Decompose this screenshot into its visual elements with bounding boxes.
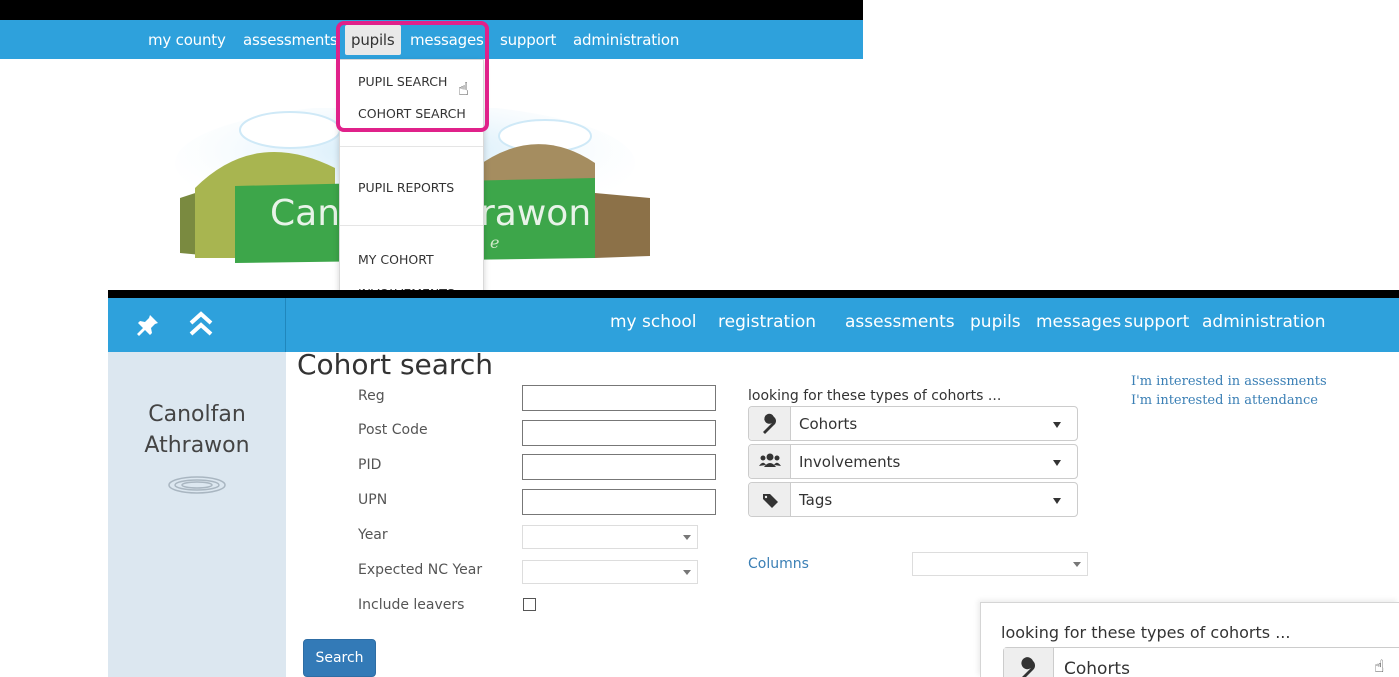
expected-nc-year-label: Expected NC Year [358, 562, 483, 578]
pupils-dropdown-menu: PUPIL SEARCH ☝ COHORT SEARCH PUPIL REPOR… [339, 59, 484, 295]
include-leavers-label: Include leavers [358, 597, 465, 613]
nav-my-county[interactable]: my county [148, 31, 226, 49]
nav-registration[interactable]: registration [718, 312, 816, 332]
hand-cursor-icon: ☝ [458, 79, 469, 100]
include-leavers-checkbox[interactable] [523, 598, 536, 611]
pid-label: PID [358, 457, 382, 473]
postcode-input[interactable] [522, 420, 716, 446]
caret-down-icon [1053, 422, 1061, 428]
nav-pupils[interactable]: pupils [970, 312, 1021, 332]
pid-input[interactable] [522, 454, 716, 480]
zoom-cohorts-label: Cohorts [1064, 659, 1130, 677]
nav-assessments[interactable]: assessments [243, 31, 338, 49]
year-label: Year [358, 527, 388, 543]
columns-select[interactable] [912, 552, 1088, 576]
sidebar-brand-line1: Canolfan [148, 402, 246, 427]
menu-item-my-cohort[interactable]: MY COHORT [358, 252, 434, 267]
caret-down-icon [683, 570, 691, 575]
county-nav-bar: my county assessments pupils messages su… [0, 20, 863, 59]
caret-down-icon [1053, 460, 1061, 466]
top-black-strip [108, 290, 1399, 298]
menu-item-pupil-search[interactable]: PUPIL SEARCH [358, 74, 447, 89]
page-title: Cohort search [297, 348, 493, 381]
nav-messages[interactable]: messages [1036, 312, 1121, 332]
involvements-select[interactable]: Involvements [748, 444, 1078, 479]
nav-my-school[interactable]: my school [610, 312, 697, 332]
nav-support[interactable]: support [1124, 312, 1189, 332]
sidebar-header [108, 298, 286, 352]
columns-label: Columns [748, 556, 809, 572]
year-select[interactable] [522, 525, 698, 549]
menu-divider [340, 146, 483, 147]
cohorts-select-label: Cohorts [799, 415, 858, 433]
menu-item-cohort-search[interactable]: COHORT SEARCH [358, 106, 466, 121]
sidebar [108, 352, 286, 677]
top-black-bar [0, 0, 863, 20]
zoom-cohort-types-heading: looking for these types of cohorts ... [1001, 623, 1291, 642]
postcode-label: Post Code [358, 422, 428, 438]
attendance-interest-link[interactable]: I'm interested in attendance [1131, 393, 1318, 408]
menu-divider [340, 225, 483, 226]
zoomed-cohorts-inset: looking for these types of cohorts ... C… [980, 602, 1399, 677]
cohort-types-heading: looking for these types of cohorts ... [748, 388, 1002, 404]
sidebar-brand-line2: Athrawon [144, 433, 250, 458]
hand-cursor-icon: ☝ [1374, 657, 1385, 677]
cohorts-select[interactable]: Cohorts [748, 406, 1078, 441]
pin-icon[interactable] [136, 313, 160, 337]
ripple-logo-icon [168, 476, 226, 494]
nav-administration[interactable]: administration [573, 31, 679, 49]
zoom-cohorts-select[interactable]: Cohorts [1003, 647, 1399, 677]
upn-label: UPN [358, 492, 388, 508]
nav-messages[interactable]: messages [410, 31, 484, 49]
tag-icon [749, 483, 791, 516]
banner-text-right: rawon [480, 193, 591, 234]
nav-administration[interactable]: administration [1202, 312, 1325, 332]
caret-down-icon [1053, 498, 1061, 504]
reg-label: Reg [358, 388, 385, 404]
caret-down-icon [683, 535, 691, 540]
school-nav-bar: my school registration assessments pupil… [286, 298, 1399, 352]
involvements-select-label: Involvements [799, 453, 901, 471]
nav-pupils[interactable]: pupils [345, 25, 401, 55]
tags-select-label: Tags [799, 491, 833, 509]
reg-input[interactable] [522, 385, 716, 411]
county-portal-screenshot: my county assessments pupils messages su… [0, 0, 863, 295]
upn-input[interactable] [522, 489, 716, 515]
wrench-icon [1004, 648, 1054, 677]
assessments-interest-link[interactable]: I'm interested in assessments [1131, 374, 1327, 389]
banner-tagline: e [490, 233, 499, 252]
wrench-icon [749, 407, 791, 440]
menu-item-pupil-reports[interactable]: PUPIL REPORTS [358, 180, 454, 195]
caret-down-icon [1073, 562, 1081, 567]
group-icon [749, 445, 791, 478]
expected-nc-year-select[interactable] [522, 560, 698, 584]
home-chevrons-icon[interactable] [186, 310, 216, 340]
tags-select[interactable]: Tags [748, 482, 1078, 517]
nav-support[interactable]: support [500, 31, 556, 49]
search-button[interactable]: Search [303, 639, 376, 677]
nav-assessments[interactable]: assessments [845, 312, 955, 332]
